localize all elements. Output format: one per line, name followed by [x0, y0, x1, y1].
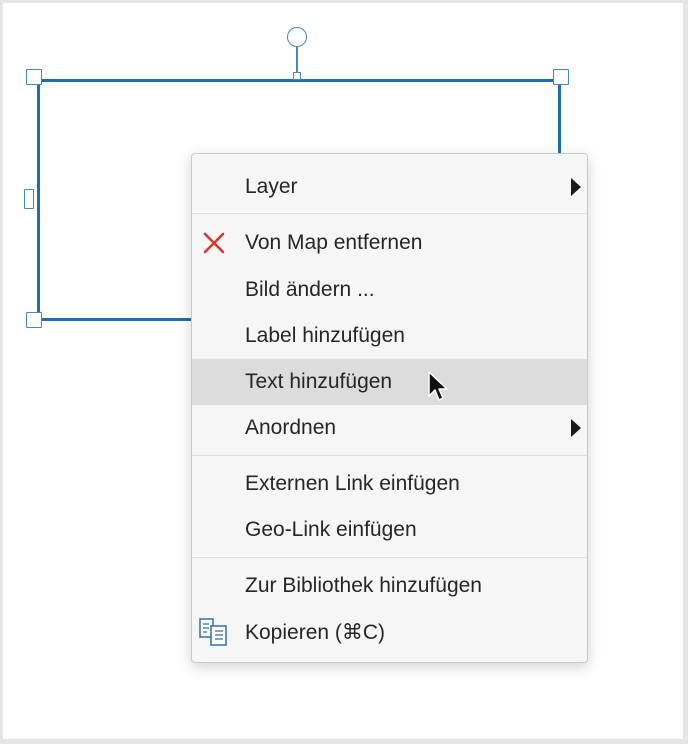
menu-item-label: Geo-Link einfügen — [245, 518, 417, 541]
submenu-arrow-icon — [571, 419, 581, 437]
resize-handle-top[interactable] — [293, 72, 301, 80]
remove-x-icon — [203, 232, 225, 254]
menu-separator — [192, 213, 587, 214]
copy-icon — [199, 618, 227, 646]
menu-item-label: Externen Link einfügen — [245, 472, 460, 495]
menu-separator — [192, 455, 587, 456]
submenu-arrow-icon — [571, 178, 581, 196]
menu-item-layer[interactable]: Layer — [192, 164, 587, 210]
menu-item-label: Anordnen — [245, 416, 337, 439]
menu-item-label: Kopieren (⌘C) — [245, 620, 386, 644]
menu-item-add-to-library[interactable]: Zur Bibliothek hinzufügen — [192, 563, 587, 609]
resize-handle-top-left[interactable] — [26, 69, 42, 85]
resize-handle-left[interactable] — [24, 189, 34, 209]
menu-item-label: Label hinzufügen — [245, 324, 405, 347]
context-menu: Layer Von Map entfernen Bild ändern ... … — [191, 153, 588, 663]
menu-item-label: Text hinzufügen — [245, 370, 393, 393]
menu-separator — [192, 557, 587, 558]
mouse-pointer-icon — [428, 371, 448, 401]
rotation-line — [296, 46, 298, 72]
menu-item-label: Layer — [245, 175, 298, 198]
menu-item-label: Bild ändern ... — [245, 278, 375, 301]
menu-item-add-text[interactable]: Text hinzufügen — [192, 359, 587, 405]
menu-item-label: Von Map entfernen — [245, 231, 423, 254]
menu-item-arrange[interactable]: Anordnen — [192, 405, 587, 451]
menu-item-copy[interactable]: Kopieren (⌘C) — [192, 609, 587, 655]
menu-item-change-image[interactable]: Bild ändern ... — [192, 267, 587, 313]
resize-handle-top-right[interactable] — [553, 69, 569, 85]
rotation-handle[interactable] — [287, 27, 307, 47]
resize-handle-bottom-left[interactable] — [26, 312, 42, 328]
menu-item-label: Zur Bibliothek hinzufügen — [245, 574, 482, 597]
menu-item-insert-external-link[interactable]: Externen Link einfügen — [192, 461, 587, 507]
menu-item-add-label[interactable]: Label hinzufügen — [192, 313, 587, 359]
menu-item-remove-from-map[interactable]: Von Map entfernen — [192, 220, 587, 266]
menu-item-insert-geo-link[interactable]: Geo-Link einfügen — [192, 507, 587, 553]
